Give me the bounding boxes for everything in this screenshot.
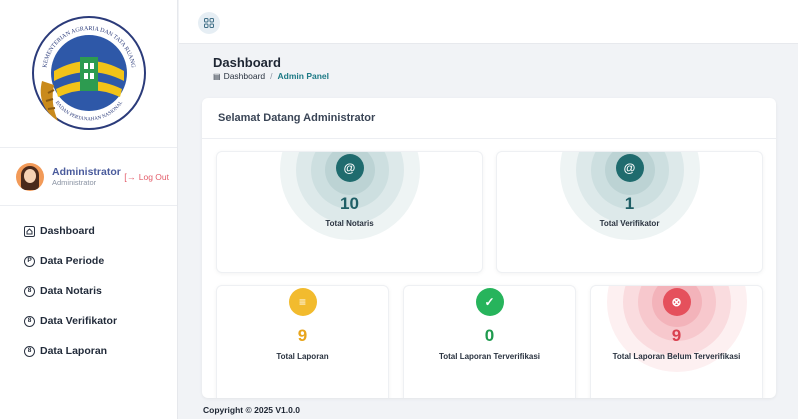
page-title: Dashboard (213, 55, 281, 70)
stat-value: 10 (340, 194, 359, 213)
stat-label: Total Notaris (325, 219, 374, 228)
stat-value: 1 (624, 194, 635, 213)
stat-label: Total Laporan Terverifikasi (438, 352, 541, 361)
stat-label: Total Laporan Belum Terverifikasi (612, 352, 741, 361)
sidebar-item-data-verifikator[interactable]: 8 Data Verifikator (0, 306, 177, 336)
breadcrumb-current: Admin Panel (277, 71, 330, 81)
logout-icon: [→ (124, 171, 136, 182)
logout-label: Log Out (138, 171, 169, 182)
stat-card-total-notaris: @ 10 Total Notaris (216, 151, 483, 273)
sidebar-item-label: Data Notaris (40, 285, 102, 297)
user-profile: Administrator Administrator [→ Log Out (0, 148, 177, 206)
welcome-heading: Selamat Datang Administrator (202, 98, 776, 139)
stat-value: 0 (484, 326, 495, 345)
stat-label: Total Verifikator (599, 219, 660, 228)
user-name: Administrator (52, 165, 121, 178)
stat-value: 9 (297, 326, 308, 345)
sidebar-item-dashboard[interactable]: Dashboard (0, 216, 177, 246)
logout-button[interactable]: [→ Log Out (124, 172, 169, 182)
user-circle-icon: 8 (24, 285, 35, 297)
grid-icon (204, 18, 214, 28)
user-check-icon: @ (335, 154, 364, 182)
avatar (16, 162, 44, 191)
sidebar-menu: Dashboard P Data Periode 8 Data Notaris … (0, 206, 177, 366)
sidebar-item-data-notaris[interactable]: 8 Data Notaris (0, 276, 177, 306)
sidebar-item-data-periode[interactable]: P Data Periode (0, 246, 177, 276)
breadcrumb-separator: / (270, 71, 273, 81)
logo: KEMENTERIAN AGRARIA DAN TATA RUANG BADAN… (0, 0, 177, 148)
p-circle-icon: P (24, 255, 35, 267)
sidebar-item-label: Data Periode (40, 255, 105, 267)
breadcrumb: ▤ Dashboard / Admin Panel (213, 71, 329, 81)
stat-card-total-laporan: ≡ 9 Total Laporan (216, 285, 389, 398)
x-circle-icon: ⊗ (662, 288, 691, 316)
home-icon (24, 225, 35, 237)
user-circle-icon: 8 (24, 315, 35, 327)
sidebar-item-label: Data Laporan (40, 345, 108, 357)
stat-label: Total Laporan (276, 352, 329, 361)
dashboard-card: Selamat Datang Administrator @ 10 Total … (202, 98, 776, 398)
stat-card-total-laporan-terverifikasi: ✓ 0 Total Laporan Terverifikasi (403, 285, 576, 398)
stat-card-total-laporan-belum-terverifikasi: ⊗ 9 Total Laporan Belum Terverifikasi (590, 285, 763, 398)
stat-value: 9 (671, 326, 682, 345)
sidebar: KEMENTERIAN AGRARIA DAN TATA RUANG BADAN… (0, 0, 178, 419)
check-icon: ✓ (475, 288, 504, 316)
report-icon: ≡ (288, 288, 317, 316)
menu-toggle-button[interactable] (198, 12, 220, 34)
footer-copyright: Copyright © 2025 V1.0.0 (203, 405, 300, 415)
sidebar-item-label: Data Verifikator (40, 315, 118, 327)
dashboard-icon: ▤ (213, 71, 221, 81)
stat-card-total-verifikator: @ 1 Total Verifikator (496, 151, 763, 273)
user-check-icon: @ (615, 154, 644, 182)
breadcrumb-home[interactable]: Dashboard (224, 71, 266, 81)
topbar (179, 0, 798, 44)
sidebar-item-data-laporan[interactable]: 8 Data Laporan (0, 336, 177, 366)
sidebar-item-label: Dashboard (40, 225, 95, 237)
user-role: Administrator (52, 177, 97, 187)
bpn-emblem: KEMENTERIAN AGRARIA DAN TATA RUANG BADAN… (31, 16, 146, 130)
user-circle-icon: 8 (24, 345, 35, 357)
